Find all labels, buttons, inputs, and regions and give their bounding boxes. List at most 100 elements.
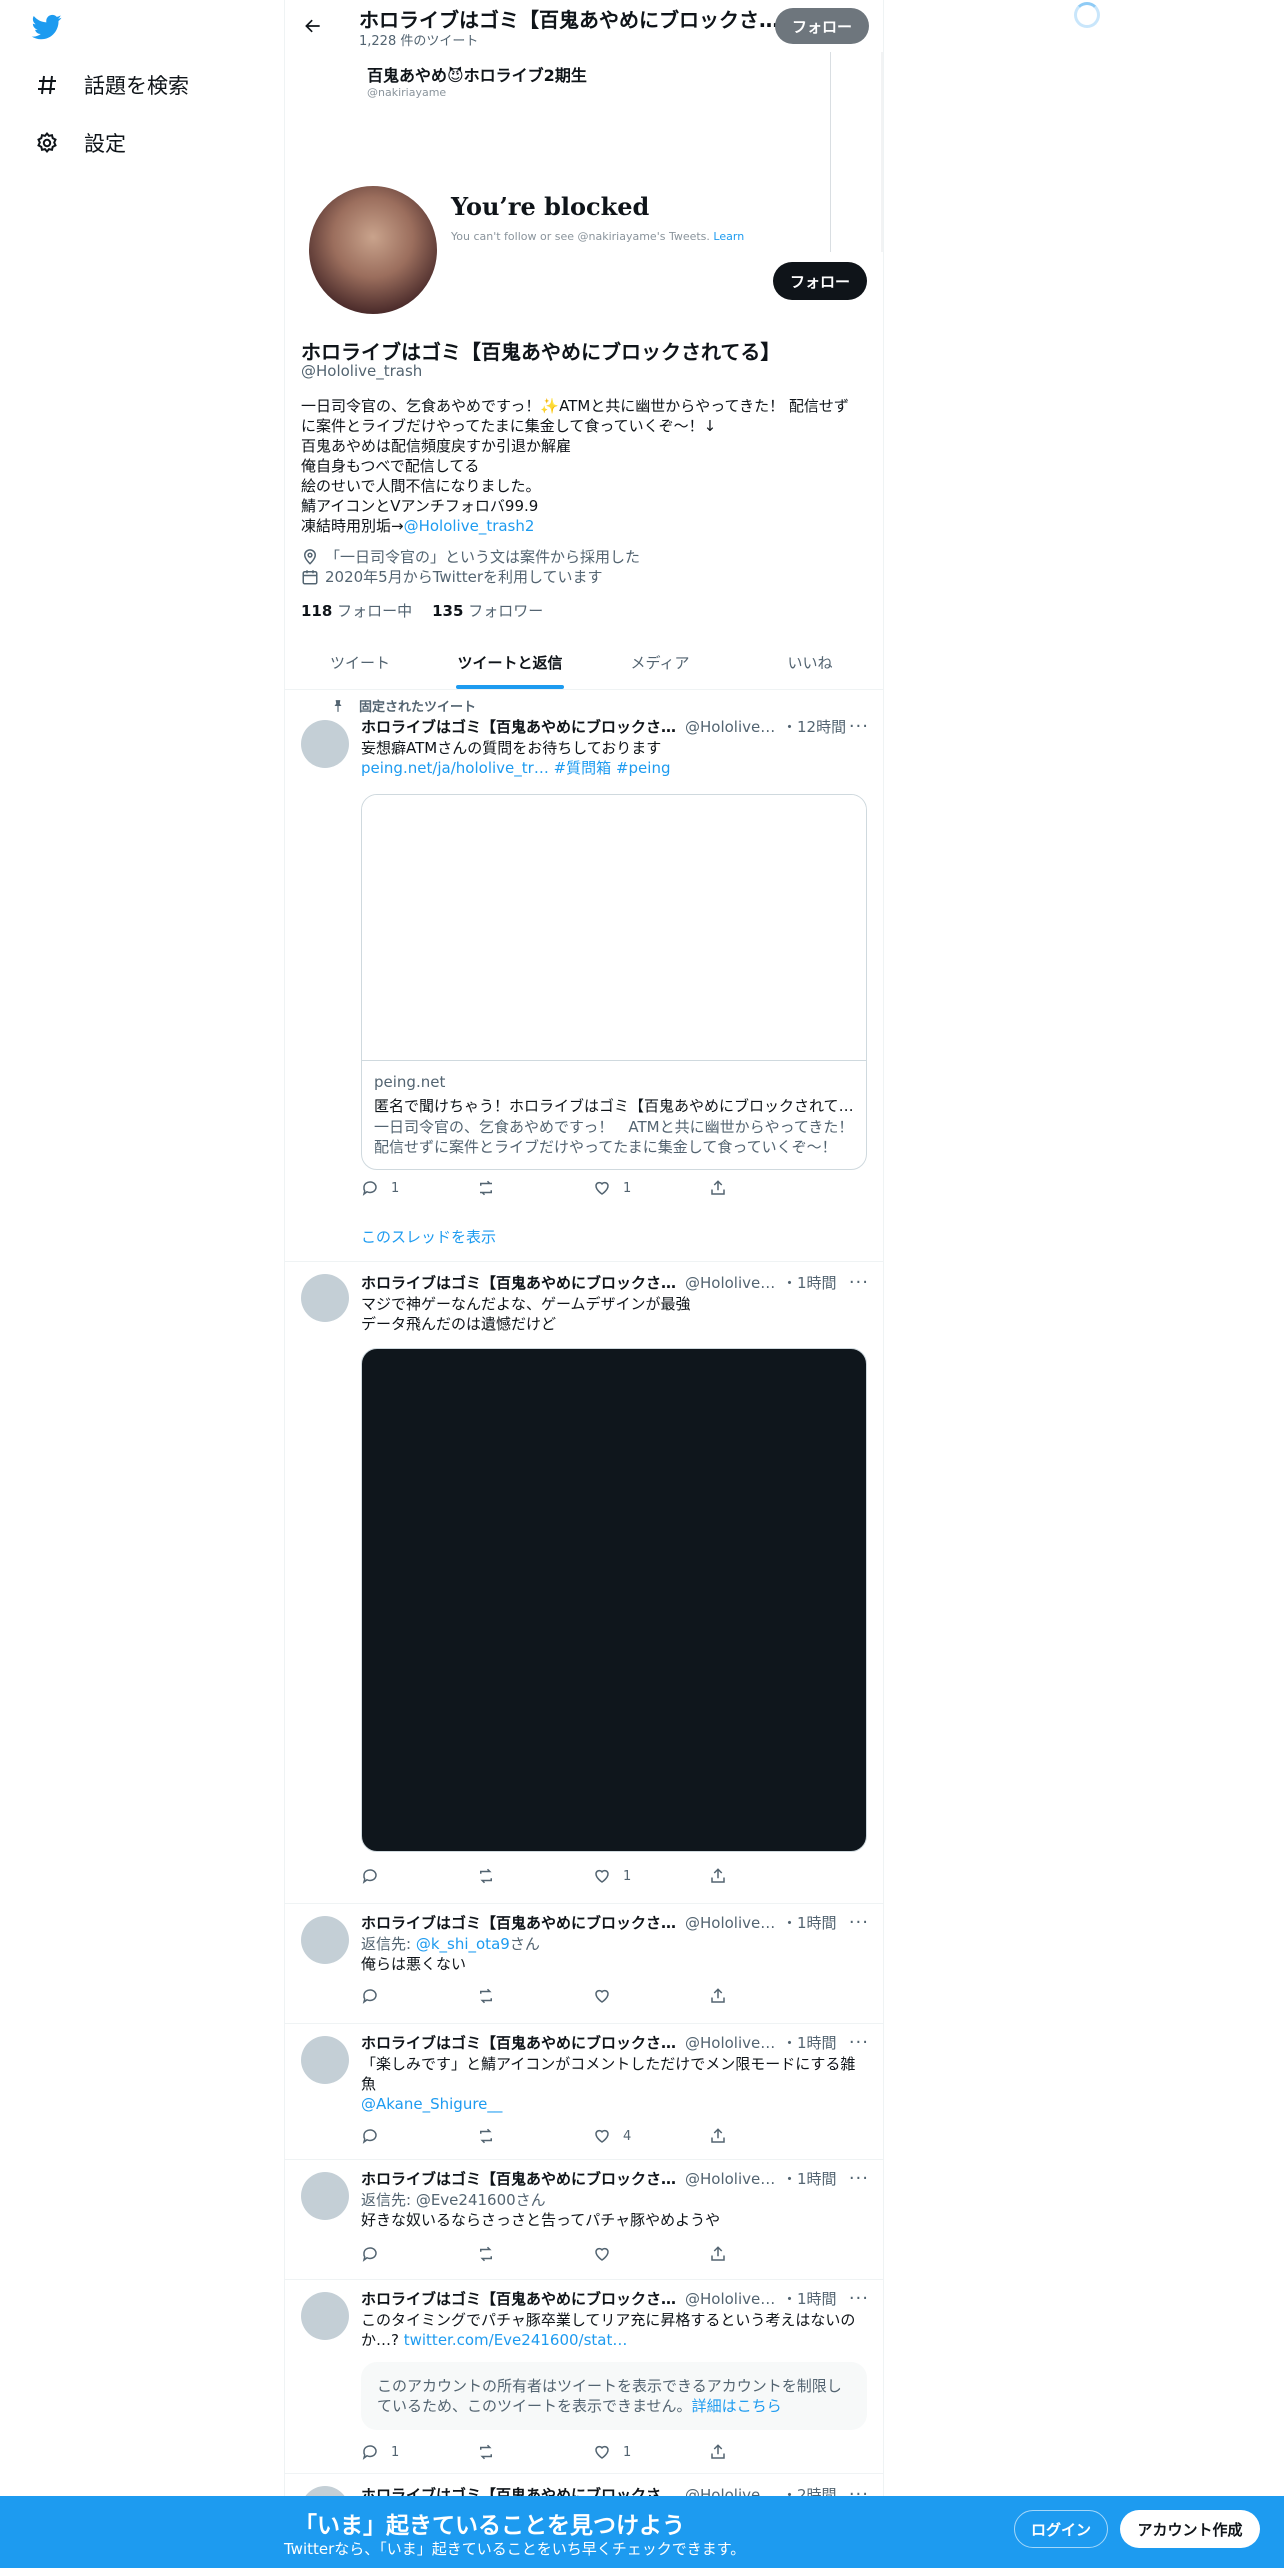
like-button[interactable]: 4 [593,2126,673,2146]
login-button[interactable]: ログイン [1014,2510,1108,2548]
tweet[interactable]: ホロライブはゴミ【百鬼あやめにブロックされてる】 @Hololive_trash… [285,1904,883,2024]
retweet-button[interactable] [477,1986,557,2006]
share-button[interactable] [709,1866,789,1886]
like-button[interactable]: 1 [593,2442,673,2462]
avatar[interactable] [301,720,349,768]
reply-button[interactable]: 1 [361,1178,441,1198]
bio-line: 凍結時用別垢→@Hololive_trash2 [301,517,535,535]
tweet-time[interactable]: ・1時間 [782,1272,837,1293]
tweet[interactable]: 固定されたツイート ホロライブはゴミ【百鬼あやめにブロックされてる】 @Holo… [285,690,883,1262]
tweet-author-name[interactable]: ホロライブはゴミ【百鬼あやめにブロックされてる】 [361,2288,679,2309]
signup-button[interactable]: アカウント作成 [1120,2510,1260,2548]
follow-button[interactable]: フォロー [773,262,867,300]
retweet-icon [480,2128,492,2144]
reply-to-line: 返信先: @Eve241600さん [361,2191,546,2209]
retweet-button[interactable] [477,2126,557,2146]
sidebar-item-explore[interactable]: 話題を検索 [34,70,189,100]
tweet-author-name[interactable]: ホロライブはゴミ【百鬼あやめにブロックされてる】 [361,716,679,737]
tweet-author-name[interactable]: ホロライブはゴミ【百鬼あやめにブロックされてる】 [361,1272,679,1293]
following-link[interactable]: 118 フォロー中 [301,600,412,621]
reply-button[interactable] [361,1986,441,2006]
more-icon[interactable]: ··· [849,2168,869,2189]
tweet[interactable]: ホロライブはゴミ【百鬼あやめにブロックされてる】 @Hololive_trash… [285,2160,883,2280]
more-icon[interactable]: ··· [849,716,869,737]
tweet-text: このタイミングでパチャ豚卒業してリア充に昇格するという考えはないの か…? tw… [361,2311,856,2349]
quote-tweet-link[interactable]: twitter.com/Eve241600/stat… [404,2331,628,2349]
tweet-author-handle[interactable]: @Hololive_trash [685,2034,780,2052]
twitter-logo-icon[interactable] [30,12,66,44]
tweet-author-handle[interactable]: @Hololive_trash [685,1914,780,1932]
avatar[interactable] [301,1916,349,1964]
tweet[interactable]: ホロライブはゴミ【百鬼あやめにブロックされてる】 @Hololive_trash… [285,1262,883,1904]
tweet-author-name[interactable]: ホロライブはゴミ【百鬼あやめにブロックされてる】 [361,1912,679,1933]
like-button[interactable] [593,1986,673,2006]
tweet-header: ホロライブはゴミ【百鬼あやめにブロックされてる】 @Hololive_trash… [361,1912,869,1933]
avatar[interactable] [301,1274,349,1322]
retweet-button[interactable] [477,1178,557,1198]
reply-button[interactable]: 1 [361,2442,441,2462]
tweet-time[interactable]: ・1時間 [782,1912,837,1933]
location-icon [303,548,317,565]
reply-button[interactable] [361,2126,441,2146]
tweet-time[interactable]: ・1時間 [782,2288,837,2309]
tweet-author-handle[interactable]: @Hololive_trash [685,2170,780,2188]
tab-tweets[interactable]: ツイート [285,636,435,689]
sidebar-item-settings[interactable]: 設定 [34,128,126,158]
bio-line: 絵のせいで人間不信になりました。 [301,477,541,495]
more-icon[interactable]: ··· [849,2032,869,2053]
tweet-time[interactable]: ・1時間 [782,2032,837,2053]
tweet-author-handle[interactable]: @Hololive_trash [685,2290,780,2308]
tweet[interactable]: ホロライブはゴミ【百鬼あやめにブロックされてる】 @Hololive_trash… [285,2024,883,2160]
tweet-time[interactable]: ・1時間 [782,2168,837,2189]
more-icon[interactable]: ··· [849,1272,869,1293]
more-icon[interactable]: ··· [849,2288,869,2309]
tweet-author-handle[interactable]: @Hololive_trash [685,1274,780,1292]
tweet-time[interactable]: ・12時間 [782,716,846,737]
retweet-button[interactable] [477,2442,557,2462]
reply-to-link[interactable]: @k_shi_ota9 [416,1935,510,1953]
learn-more-link[interactable]: 詳細はこちら [692,2397,782,2415]
show-thread-link[interactable]: このスレッドを表示 [361,1226,496,1247]
retweet-button[interactable] [477,1866,557,1886]
share-button[interactable] [709,1178,789,1198]
profile-avatar[interactable] [305,182,441,318]
share-button[interactable] [709,2442,789,2462]
more-icon[interactable]: ··· [849,1912,869,1933]
hashtag-link[interactable]: #質問箱 [554,759,612,777]
heart-icon [595,1181,609,1195]
tab-likes[interactable]: いいね [735,636,883,689]
share-button[interactable] [709,1986,789,2006]
back-arrow-icon[interactable] [299,12,327,40]
like-button[interactable]: 1 [593,1866,673,1886]
tweet-text: 返信先: @k_shi_ota9さん 俺らは悪くない [361,1934,869,1974]
tweet-link[interactable]: peing.net/ja/hololive_tr… [361,759,549,777]
like-button[interactable]: 1 [593,1178,673,1198]
tab-media[interactable]: メディア [585,636,735,689]
hashtag-link[interactable]: #peing [616,759,671,777]
tab-tweets-and-replies[interactable]: ツイートと返信 [435,636,585,689]
retweet-button[interactable] [477,2244,557,2264]
reply-button[interactable] [361,1866,441,1886]
tweet-header: ホロライブはゴミ【百鬼あやめにブロックされてる】 @Hololive_trash… [361,2032,869,2053]
share-button[interactable] [709,2126,789,2146]
link-card[interactable]: peing.net 匿名で聞けちゃう！ホロライブはゴミ【百鬼あやめにブロックされ… [361,794,867,1170]
like-button[interactable] [593,2244,673,2264]
tweet-count: 1,228 件のツイート [359,34,479,49]
followers-link[interactable]: 135 フォロワー [432,600,543,621]
tweet-media-image[interactable] [361,1348,867,1852]
share-button[interactable] [709,2244,789,2264]
avatar[interactable] [301,2172,349,2220]
avatar[interactable] [301,2292,349,2340]
reply-button[interactable] [361,2244,441,2264]
bio-mention-link[interactable]: @Hololive_trash2 [404,517,535,535]
link-card-image [362,795,866,1061]
reply-icon [362,1181,377,1196]
tweet-author-name[interactable]: ホロライブはゴミ【百鬼あやめにブロックされてる】 [361,2032,679,2053]
header-follow-button[interactable]: フォロー [775,8,869,44]
tweet-author-name[interactable]: ホロライブはゴミ【百鬼あやめにブロックされてる】 [361,2168,679,2189]
tweet-author-handle[interactable]: @Hololive_trash [685,718,780,736]
avatar[interactable] [301,2036,349,2084]
tweet[interactable]: ホロライブはゴミ【百鬼あやめにブロックされてる】 @Hololive_trash… [285,2280,883,2474]
mention-link[interactable]: @Akane_Shigure__ [361,2095,502,2113]
login-prompt-bar: 「いま」起きていることを見つけよう Twitterなら、「いま」起きていることを… [0,2496,1284,2568]
